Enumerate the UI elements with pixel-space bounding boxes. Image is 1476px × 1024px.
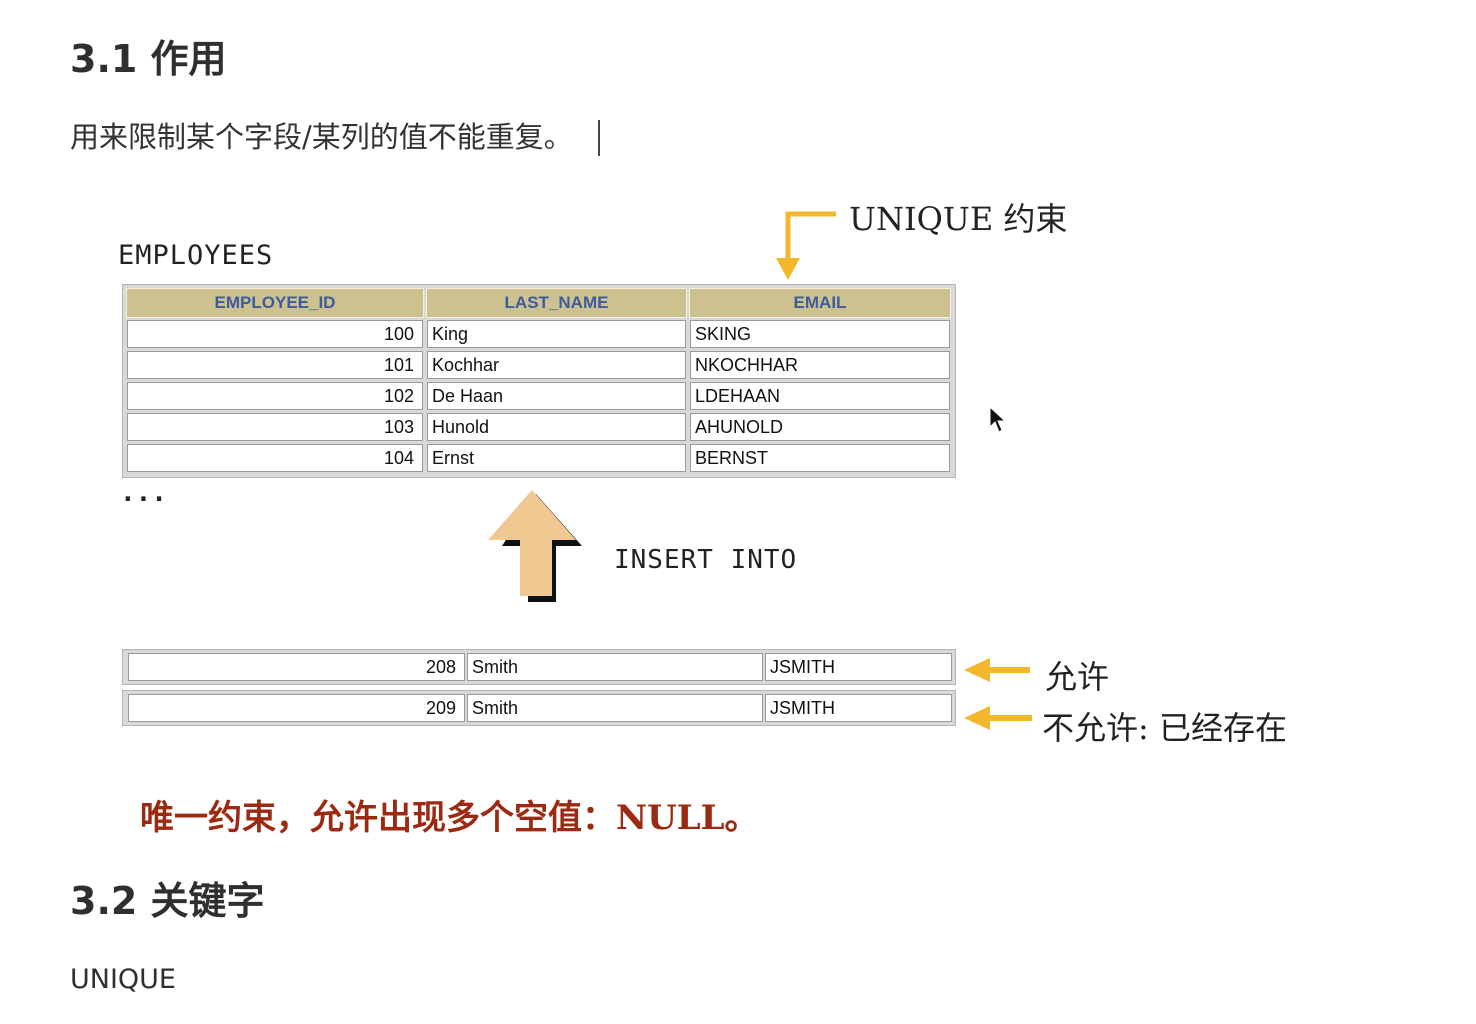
cell-employee-id: 104 — [127, 444, 423, 472]
insert-arrow-icon — [488, 490, 582, 602]
mouse-pointer-icon — [989, 405, 1007, 433]
column-header-email: EMAIL — [689, 288, 951, 318]
insert-into-label: INSERT INTO — [614, 545, 798, 575]
cell-employee-id: 208 — [128, 653, 465, 681]
section-3-2-title: 3.2 关键字 — [70, 879, 265, 923]
cell-employee-id: 102 — [127, 382, 423, 410]
cell-last-name: De Haan — [427, 382, 686, 410]
cell-last-name: Smith — [467, 694, 763, 722]
unique-constraint-label: UNIQUE 约束 — [849, 200, 1068, 238]
section-3-1-text: 用来限制某个字段/某列的值不能重复。 — [70, 120, 573, 154]
cell-email: BERNST — [690, 444, 950, 472]
cell-last-name: King — [427, 320, 686, 348]
cell-email: JSMITH — [765, 694, 952, 722]
cell-employee-id: 101 — [127, 351, 423, 379]
cell-employee-id: 209 — [128, 694, 465, 722]
new-row-allowed: 208 Smith JSMITH — [122, 649, 956, 685]
cell-employee-id: 100 — [127, 320, 423, 348]
column-header-last-name: LAST_NAME — [426, 288, 687, 318]
section-3-1-title: 3.1 作用 — [70, 37, 227, 81]
cell-employee-id: 103 — [127, 413, 423, 441]
rejected-label: 不允许: 已经存在 — [1042, 709, 1287, 747]
allowed-arrow-icon — [964, 658, 1030, 682]
null-note: 唯一约束，允许出现多个空值：NULL。 — [140, 798, 759, 838]
cell-email: SKING — [690, 320, 950, 348]
rejected-arrow-icon — [964, 706, 1032, 730]
cell-last-name: Hunold — [427, 413, 686, 441]
section-3-2-text: UNIQUE — [70, 964, 176, 995]
ellipsis: ... — [120, 478, 167, 508]
cell-email: NKOCHHAR — [690, 351, 950, 379]
cell-email: JSMITH — [765, 653, 952, 681]
cell-last-name: Kochhar — [427, 351, 686, 379]
cell-email: LDEHAAN — [690, 382, 950, 410]
cell-email: AHUNOLD — [690, 413, 950, 441]
text-cursor — [598, 120, 600, 156]
employees-table: EMPLOYEE_ID LAST_NAME EMAIL 100 King SKI… — [122, 284, 956, 478]
new-row-rejected: 209 Smith JSMITH — [122, 690, 956, 726]
table-name-label: EMPLOYEES — [118, 240, 274, 271]
unique-arrow-icon — [776, 211, 836, 280]
cell-last-name: Smith — [467, 653, 763, 681]
allowed-label: 允许 — [1045, 658, 1110, 696]
cell-last-name: Ernst — [427, 444, 686, 472]
column-header-employee-id: EMPLOYEE_ID — [126, 288, 424, 318]
